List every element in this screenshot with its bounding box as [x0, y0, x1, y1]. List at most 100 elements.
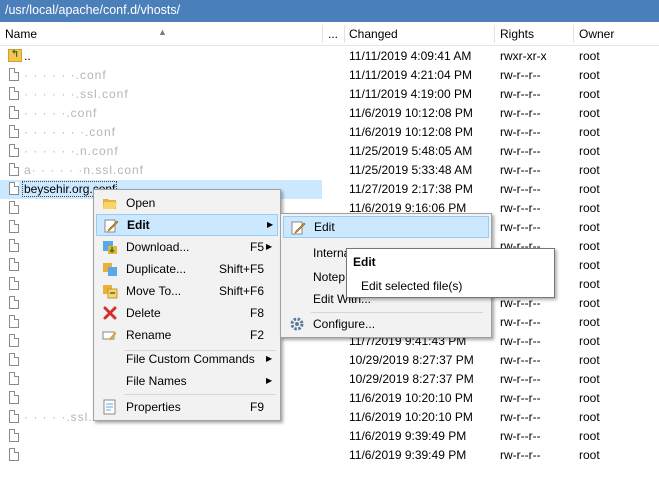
file-row[interactable]: a· · · · · ·n.ssl.conf 11/25/2019 5:33:48…	[0, 161, 659, 180]
file-owner: root	[579, 410, 600, 424]
file-icon	[9, 239, 19, 252]
file-icon	[9, 315, 19, 328]
rename-icon	[102, 327, 118, 343]
file-rights: rw-r--r--	[500, 163, 541, 177]
menu-label: Properties	[126, 400, 181, 414]
menu-label: Edit	[314, 220, 335, 234]
file-changed: 11/6/2019 10:12:08 PM	[349, 125, 473, 139]
menu-item-download[interactable]: Download... F5 ▶	[96, 236, 278, 258]
file-rights: rw-r--r--	[500, 68, 541, 82]
column-header-ext[interactable]: ...	[323, 23, 344, 45]
submenu-item-edit[interactable]: Edit	[283, 216, 489, 238]
shortcut-label: F5	[250, 240, 265, 254]
file-row[interactable]: · · · · · ·.n.conf 11/25/2019 5:48:05 AM r…	[0, 142, 659, 161]
file-changed: 11/6/2019 10:20:10 PM	[349, 391, 473, 405]
path-bar[interactable]: /usr/local/apache/conf.d/vhosts/	[0, 0, 659, 22]
column-ext-label: ...	[328, 27, 339, 41]
shortcut-label: F8	[250, 306, 265, 320]
submenu-item-configure[interactable]: Configure...	[283, 313, 489, 335]
file-icon	[9, 182, 19, 195]
menu-item-delete[interactable]: Delete F8	[96, 302, 278, 324]
path-text: /usr/local/apache/conf.d/vhosts/	[5, 3, 181, 17]
file-rights: rw-r--r--	[500, 353, 541, 367]
file-rights: rw-r--r--	[500, 106, 541, 120]
column-header-name[interactable]: Name ▲	[0, 23, 322, 45]
file-owner: root	[579, 448, 600, 462]
file-row[interactable]: ↰.. 11/11/2019 4:09:41 AM rwxr-xr-x root	[0, 47, 659, 66]
file-owner: root	[579, 68, 600, 82]
delete-x-icon	[102, 305, 118, 321]
tooltip-description: Edit selected file(s)	[361, 279, 463, 293]
column-header-owner[interactable]: Owner	[574, 23, 654, 45]
move-icon	[102, 283, 118, 299]
file-icon	[9, 277, 19, 290]
submenu-arrow-icon: ▶	[266, 376, 273, 385]
edit-tooltip: Edit Edit selected file(s)	[346, 248, 555, 298]
file-row[interactable]: · · · · · · ·.conf 11/6/2019 10:12:08 PM r…	[0, 123, 659, 142]
file-row[interactable]: 11/6/2019 9:39:49 PM rw-r--r-- root	[0, 446, 659, 465]
file-owner: root	[579, 182, 600, 196]
menu-item-duplicate[interactable]: Duplicate... Shift+F5	[96, 258, 278, 280]
menu-separator	[124, 394, 276, 395]
shortcut-label: F2	[250, 328, 265, 342]
file-icon	[9, 296, 19, 309]
file-icon	[9, 201, 19, 214]
folder-open-icon	[102, 195, 118, 211]
file-icon	[9, 87, 19, 100]
file-icon	[9, 106, 19, 119]
pencil-icon	[103, 217, 119, 233]
file-owner: root	[579, 372, 600, 386]
menu-item-move[interactable]: Move To... Shift+F6	[96, 280, 278, 302]
file-owner: root	[579, 353, 600, 367]
file-owner: root	[579, 277, 600, 291]
file-rights: rw-r--r--	[500, 334, 541, 348]
menu-label: Delete	[126, 306, 161, 320]
menu-label: Configure...	[313, 317, 376, 331]
file-row[interactable]: · · · · ·.conf 11/6/2019 10:12:08 PM rw-r-…	[0, 104, 659, 123]
parent-dir-icon: ↰	[8, 49, 22, 62]
column-header-changed[interactable]: Changed	[344, 23, 494, 45]
file-row[interactable]: · · · · · ·.ssl.conf 11/11/2019 4:19:00 P…	[0, 85, 659, 104]
file-rights: rw-r--r--	[500, 429, 541, 443]
menu-item-rename[interactable]: Rename F2	[96, 324, 278, 346]
menu-item-edit[interactable]: Edit ▶	[96, 214, 278, 236]
sort-ascending-icon: ▲	[158, 27, 167, 37]
file-changed: 11/11/2019 4:19:00 PM	[349, 87, 472, 101]
menu-item-file-names[interactable]: File Names ▶	[96, 370, 278, 392]
submenu-arrow-icon: ▶	[266, 354, 273, 363]
file-rights: rw-r--r--	[500, 448, 541, 462]
submenu-arrow-icon: ▶	[266, 242, 273, 251]
menu-item-open[interactable]: Open	[96, 192, 278, 214]
file-owner: root	[579, 315, 600, 329]
menu-label: Move To...	[126, 284, 182, 298]
column-header-rights[interactable]: Rights	[495, 23, 573, 45]
menu-label: Interna	[313, 246, 351, 260]
file-changed: 11/6/2019 9:39:49 PM	[349, 429, 467, 443]
column-owner-label: Owner	[579, 27, 615, 41]
file-rights: rw-r--r--	[500, 87, 541, 101]
file-owner: root	[579, 49, 600, 63]
file-changed: 11/27/2019 2:17:38 PM	[349, 182, 473, 196]
file-row[interactable]: 11/6/2019 9:39:49 PM rw-r--r-- root	[0, 427, 659, 446]
menu-label: Notep	[313, 270, 346, 284]
file-owner: root	[579, 144, 600, 158]
menu-label: File Custom Commands	[126, 352, 255, 366]
context-menu: Open Edit ▶ Download... F5 ▶ Duplicate..…	[93, 189, 281, 421]
menu-label: File Names	[126, 374, 187, 388]
file-owner: root	[579, 163, 600, 177]
file-rights: rw-r--r--	[500, 315, 541, 329]
file-icon	[9, 68, 19, 81]
file-icon	[9, 353, 19, 366]
file-changed: 11/11/2019 4:21:04 PM	[349, 68, 472, 82]
file-row[interactable]: · · · · · ·.conf 11/11/2019 4:21:04 PM rw-…	[0, 66, 659, 85]
file-owner: root	[579, 106, 600, 120]
column-changed-label: Changed	[349, 27, 398, 41]
download-icon	[102, 239, 118, 255]
file-owner: root	[579, 334, 600, 348]
file-changed: 11/6/2019 10:20:10 PM	[349, 410, 473, 424]
file-owner: root	[579, 429, 600, 443]
menu-item-properties[interactable]: Properties F9	[96, 396, 278, 418]
menu-item-file-custom-commands[interactable]: File Custom Commands ▶	[96, 348, 278, 370]
file-rights: rwxr-xr-x	[500, 49, 547, 63]
file-name: · · · · · ·.n.conf	[24, 144, 119, 158]
